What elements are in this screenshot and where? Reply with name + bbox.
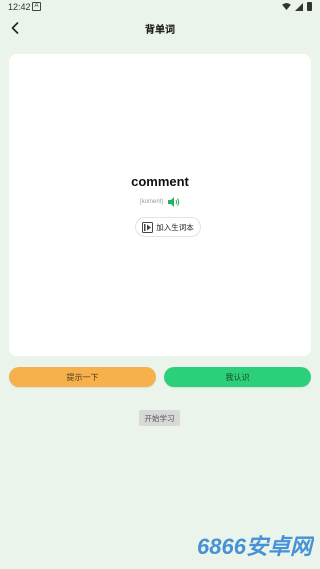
watermark-logo: 6866安卓网	[197, 534, 314, 559]
speaker-icon[interactable]	[168, 197, 180, 207]
nav-bar: 背单词	[0, 14, 320, 42]
phonetic-row: [koment]	[9, 197, 311, 207]
svg-text:6866安卓网: 6866安卓网	[197, 534, 314, 559]
notification-icon: A	[32, 2, 41, 11]
word-text: comment	[131, 174, 189, 189]
status-icons	[282, 2, 312, 11]
phonetic-text: [koment]	[139, 199, 163, 205]
battery-icon	[307, 2, 312, 11]
wifi-icon	[282, 3, 291, 10]
word-card: comment [koment] 加入生词本	[9, 54, 311, 356]
know-button[interactable]: 我认识	[164, 367, 311, 387]
add-vocab-button[interactable]: 加入生词本	[135, 217, 201, 237]
book-icon	[142, 221, 154, 233]
page-title: 背单词	[145, 25, 175, 36]
signal-icon	[295, 2, 303, 11]
status-bar: 12:42 A	[0, 0, 320, 14]
add-vocab-label: 加入生词本	[156, 222, 194, 232]
hint-button[interactable]: 提示一下	[9, 367, 156, 387]
status-time: 12:42	[8, 2, 31, 12]
start-study-button[interactable]: 开始学习	[139, 410, 180, 426]
